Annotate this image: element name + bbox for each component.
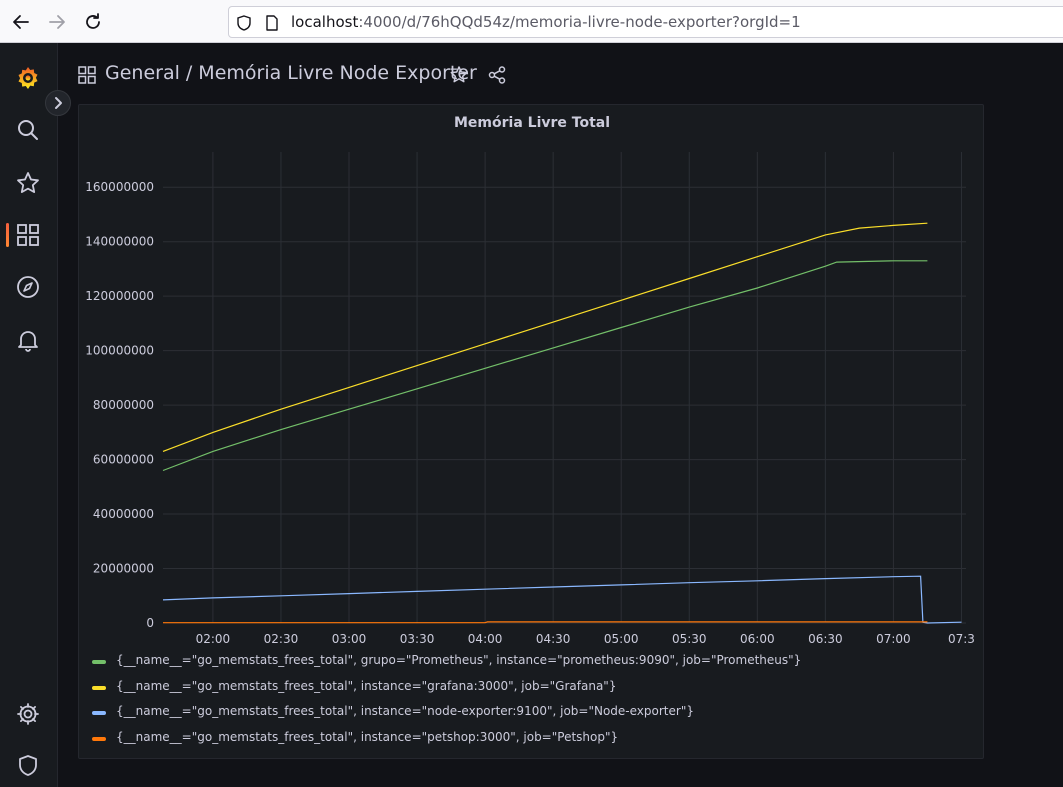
y-tick-label: 20000000 [93,562,154,576]
x-tick-label: 04:00 [468,632,503,646]
y-tick-label: 40000000 [93,507,154,521]
graph-panel[interactable]: Memória Livre Total 0 20000000 40000000 600… [78,104,984,759]
shield-icon[interactable] [15,753,41,779]
y-tick-label: 60000000 [93,453,154,467]
browser-toolbar: localhost:4000/d/76hQQd54z/memoria-livre… [0,0,1063,43]
x-tick-label: 06:00 [740,632,775,646]
x-tick-label: 05:00 [604,632,639,646]
line-chart[interactable]: 0 20000000 40000000 60000000 80000000 1000000… [79,105,985,650]
dashboard-grid-icon [78,66,96,84]
x-tick-label: 02:30 [264,632,299,646]
y-tick-label: 80000000 [93,398,154,412]
dashboards-icon[interactable] [15,222,41,248]
x-tick-label: 05:30 [672,632,707,646]
dashboard-title[interactable]: Memória Livre Node Exporter [198,62,477,84]
reload-icon[interactable] [82,11,104,33]
breadcrumb: General / Memória Livre Node Exporter [105,62,477,84]
series-line-0[interactable] [162,260,928,472]
legend-swatch [92,660,106,664]
alerting-icon[interactable] [15,327,41,353]
shield-tracking-icon[interactable] [235,14,253,32]
x-tick-label: 07:3 [948,632,975,646]
explore-icon[interactable] [15,274,41,300]
y-tick-label: 160000000 [85,180,154,194]
settings-icon[interactable] [15,701,41,727]
sidebar [0,43,58,787]
legend-swatch [92,736,106,741]
breadcrumb-folder[interactable]: General [105,62,180,84]
back-arrow-icon[interactable] [10,11,32,33]
x-tick-label: 07:00 [876,632,911,646]
series-line-1[interactable] [162,222,928,452]
star-favorite-icon[interactable] [449,65,469,85]
y-tick-label: 100000000 [85,344,154,358]
x-tick-label: 06:30 [808,632,843,646]
address-bar[interactable]: localhost:4000/d/76hQQd54z/memoria-livre… [228,6,1063,38]
page-icon[interactable] [263,14,281,32]
search-icon[interactable] [15,117,41,143]
forward-arrow-icon[interactable] [46,11,68,33]
legend-label: {__name__="go_memstats_frees_total", gru… [116,653,802,667]
legend-swatch [92,685,106,690]
series-line-2[interactable] [162,575,962,624]
chevron-right-icon [55,97,62,109]
x-tick-label: 02:00 [196,632,231,646]
y-tick-label: 140000000 [85,235,154,249]
x-tick-label: 03:00 [332,632,367,646]
legend-label: {__name__="go_memstats_frees_total", ins… [116,678,617,693]
active-indicator [6,223,9,247]
legend-label: {__name__="go_memstats_frees_total", ins… [116,704,694,718]
y-tick-label: 120000000 [85,289,154,303]
y-tick-label: 0 [146,616,154,630]
sidebar-expand-button[interactable] [45,90,71,116]
star-icon[interactable] [15,170,41,196]
grafana-logo-icon[interactable] [15,65,41,91]
x-tick-label: 03:30 [400,632,435,646]
url-text: localhost:4000/d/76hQQd54z/memoria-livre… [291,13,801,31]
x-tick-label: 04:30 [536,632,571,646]
legend-label: {__name__="go_memstats_frees_total", ins… [116,729,619,744]
legend-swatch [92,711,106,715]
breadcrumb-separator: / [185,62,193,84]
share-icon[interactable] [487,65,507,85]
